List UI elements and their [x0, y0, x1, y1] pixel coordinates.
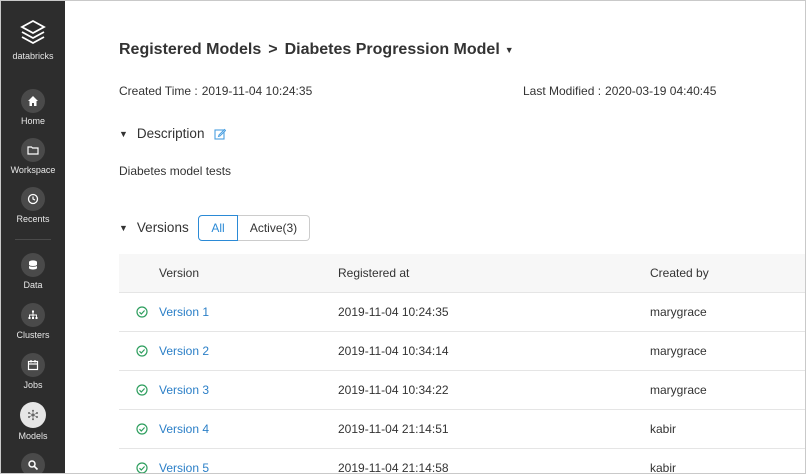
version-link[interactable]: Version 2 — [159, 344, 209, 358]
search-icon — [21, 453, 45, 473]
created-by-cell: kabir — [650, 422, 677, 436]
registered-at-cell: 2019-11-04 10:34:22 — [338, 383, 449, 397]
chevron-down-icon[interactable]: ▼ — [505, 45, 514, 55]
cluster-icon — [21, 303, 45, 327]
registered-at-cell: 2019-11-04 21:14:51 — [338, 422, 449, 436]
sidebar: databricks Home Workspace Recents Data C… — [1, 1, 65, 473]
calendar-icon — [21, 353, 45, 377]
version-link[interactable]: Version 3 — [159, 383, 209, 397]
table-row: Version 1 2019-11-04 10:24:35 marygrace — [119, 292, 805, 331]
sidebar-item-recents[interactable]: Recents — [1, 187, 65, 224]
sidebar-item-label: Clusters — [16, 330, 50, 340]
home-icon — [21, 89, 45, 113]
sidebar-item-workspace[interactable]: Workspace — [1, 138, 65, 175]
breadcrumb-parent-link[interactable]: Registered Models — [119, 41, 261, 58]
registered-at-cell: 2019-11-04 10:34:14 — [338, 344, 449, 358]
sidebar-item-label: Workspace — [10, 165, 56, 175]
caret-down-icon: ▼ — [119, 222, 128, 233]
sidebar-item-label: Jobs — [23, 380, 43, 390]
clock-icon — [21, 187, 45, 211]
databricks-logo-icon — [20, 19, 46, 45]
sidebar-item-label: Models — [18, 431, 48, 441]
created-time: Created Time :2019-11-04 10:24:35 — [119, 84, 312, 98]
table-row: Version 5 2019-11-04 21:14:58 kabir — [119, 448, 805, 474]
registered-at-cell: 2019-11-04 10:24:35 — [338, 305, 449, 319]
table-header: Version Registered at Created by — [119, 254, 805, 292]
caret-down-icon: ▼ — [119, 128, 128, 139]
table-row: Version 4 2019-11-04 21:14:51 kabir — [119, 409, 805, 448]
table-row: Version 2 2019-11-04 10:34:14 marygrace — [119, 331, 805, 370]
created-by-cell: marygrace — [650, 305, 707, 319]
sidebar-item-label: Data — [23, 280, 43, 290]
last-modified-value: 2020-03-19 04:40:45 — [605, 84, 717, 98]
column-header-version[interactable]: Version — [119, 266, 338, 280]
filter-active-button[interactable]: Active(3) — [238, 215, 310, 241]
created-by-cell: kabir — [650, 461, 677, 474]
edit-icon[interactable] — [214, 128, 227, 140]
sidebar-item-jobs[interactable]: Jobs — [1, 353, 65, 390]
app-window: databricks Home Workspace Recents Data C… — [0, 0, 806, 474]
versions-table: Version Registered at Created by Version… — [119, 254, 805, 474]
main-content: Registered Models > Diabetes Progression M… — [65, 1, 805, 473]
sidebar-item-search[interactable] — [1, 453, 65, 473]
version-link[interactable]: Version 5 — [159, 461, 209, 473]
breadcrumb-separator: > — [268, 41, 278, 58]
breadcrumb: Registered Models > Diabetes Progression M… — [119, 41, 514, 59]
last-modified: Last Modified :2020-03-19 04:40:45 — [523, 84, 716, 98]
created-by-cell: marygrace — [650, 383, 707, 397]
description-text: Diabetes model tests — [119, 164, 232, 178]
brand[interactable]: databricks — [1, 17, 65, 61]
sidebar-item-label: Recents — [16, 214, 50, 224]
description-toggle[interactable]: ▼ Description — [119, 126, 227, 141]
filter-all-button[interactable]: All — [198, 215, 238, 241]
created-time-value: 2019-11-04 10:24:35 — [201, 84, 313, 98]
check-circle-icon — [136, 306, 148, 318]
models-icon — [20, 402, 46, 428]
last-modified-label: Last Modified : — [523, 84, 602, 98]
sidebar-item-home[interactable]: Home — [1, 89, 65, 126]
check-circle-icon — [136, 345, 148, 357]
version-link[interactable]: Version 1 — [159, 305, 209, 319]
folder-icon — [21, 138, 45, 162]
column-header-created-by[interactable]: Created by — [650, 266, 805, 280]
database-icon — [21, 253, 45, 277]
check-circle-icon — [136, 462, 148, 473]
version-filter: All Active(3) — [198, 215, 310, 241]
created-by-cell: marygrace — [650, 344, 707, 358]
page-title: Diabetes Progression Model — [284, 41, 500, 58]
registered-at-cell: 2019-11-04 21:14:58 — [338, 461, 449, 474]
sidebar-item-label: Home — [20, 116, 45, 126]
version-link[interactable]: Version 4 — [159, 422, 209, 436]
table-row: Version 3 2019-11-04 10:34:22 marygrace — [119, 370, 805, 409]
sidebar-item-data[interactable]: Data — [1, 253, 65, 290]
created-time-label: Created Time : — [119, 84, 198, 98]
sidebar-item-clusters[interactable]: Clusters — [1, 303, 65, 340]
versions-heading: Versions — [136, 220, 189, 235]
check-circle-icon — [136, 423, 148, 435]
sidebar-divider — [15, 239, 51, 240]
versions-toggle[interactable]: ▼ Versions — [119, 220, 189, 235]
sidebar-item-models[interactable]: Models — [1, 402, 65, 441]
check-circle-icon — [136, 384, 148, 396]
column-header-registered-at[interactable]: Registered at — [338, 266, 650, 280]
description-heading: Description — [136, 126, 205, 141]
brand-label: databricks — [12, 51, 54, 61]
